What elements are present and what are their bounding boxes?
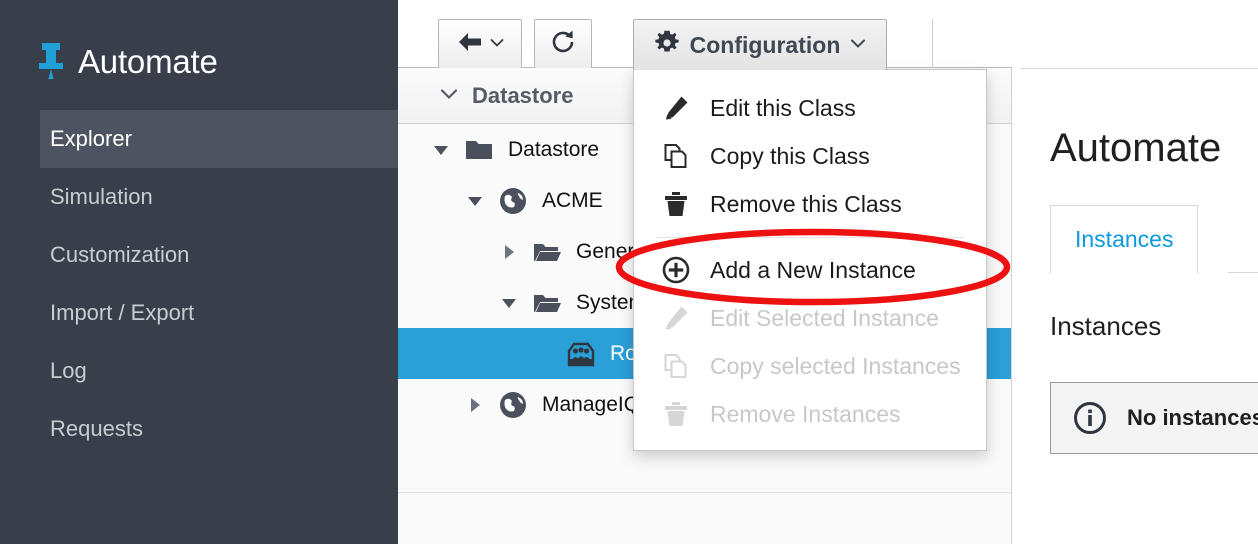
configuration-label: Configuration bbox=[690, 32, 841, 59]
menu-item-remove-instances: Remove Instances bbox=[634, 390, 986, 438]
sidebar-item-label: Explorer bbox=[50, 126, 132, 151]
configuration-button[interactable]: Configuration bbox=[633, 19, 887, 70]
menu-item-remove-this-class[interactable]: Remove this Class bbox=[634, 180, 986, 228]
menu-item-label: Remove this Class bbox=[710, 191, 902, 218]
no-instances-alert: No instances bbox=[1050, 382, 1258, 454]
page-title: Automate bbox=[1050, 128, 1221, 168]
tab-label: Instances bbox=[1075, 226, 1173, 253]
automate-explorer-screen: Automate Explorer Simulation Customizati… bbox=[0, 0, 1258, 544]
sidebar-nav-list: Explorer Simulation Customization Import… bbox=[0, 110, 398, 458]
chevron-down-icon bbox=[850, 36, 866, 54]
chevron-down-icon bbox=[490, 35, 504, 53]
sidebar-item-label: Simulation bbox=[50, 184, 153, 209]
menu-item-label: Edit this Class bbox=[710, 95, 856, 122]
trash-icon bbox=[662, 400, 690, 428]
reload-button[interactable] bbox=[534, 19, 592, 69]
tree-node-label: Datastore bbox=[508, 138, 599, 162]
sidebar-item-label: Customization bbox=[50, 242, 189, 267]
menu-item-edit-this-class[interactable]: Edit this Class bbox=[634, 84, 986, 132]
menu-item-copy-selected-instances: Copy selected Instances bbox=[634, 342, 986, 390]
toolbar: Configuration bbox=[398, 0, 1012, 68]
menu-item-label: Add a New Instance bbox=[710, 257, 916, 284]
caret-none-icon bbox=[532, 343, 554, 365]
detail-topbar bbox=[1020, 0, 1258, 69]
arrow-left-icon bbox=[457, 31, 483, 58]
tree-node-label: ACME bbox=[542, 189, 603, 213]
caret-expanded-icon[interactable] bbox=[430, 139, 452, 161]
caret-collapsed-icon[interactable] bbox=[464, 394, 486, 416]
sidebar-item-label: Requests bbox=[50, 416, 143, 441]
back-button[interactable] bbox=[438, 19, 522, 69]
sidebar-item-import-export[interactable]: Import / Export bbox=[0, 284, 398, 342]
gear-icon bbox=[654, 30, 680, 61]
sidebar-item-simulation[interactable]: Simulation bbox=[0, 168, 398, 226]
menu-item-label: Edit Selected Instance bbox=[710, 305, 939, 332]
sidebar-item-label: Log bbox=[50, 358, 87, 383]
left-navigation-sidebar: Automate Explorer Simulation Customizati… bbox=[0, 0, 398, 544]
no-instances-text: No instances bbox=[1127, 405, 1258, 431]
brand-title: Automate bbox=[78, 45, 218, 78]
configuration-dropdown-menu: Edit this Class Copy this Class bbox=[633, 69, 987, 451]
folder-open-icon bbox=[532, 237, 562, 267]
tree-pane-border bbox=[1011, 68, 1012, 544]
tab-instances[interactable]: Instances bbox=[1050, 205, 1198, 273]
plus-circle-icon bbox=[662, 256, 690, 284]
pin-icon bbox=[38, 41, 64, 81]
menu-item-add-a-new-instance[interactable]: Add a New Instance bbox=[634, 246, 986, 294]
menu-item-label: Remove Instances bbox=[710, 401, 900, 428]
sidebar-item-customization[interactable]: Customization bbox=[0, 226, 398, 284]
caret-expanded-icon[interactable] bbox=[464, 190, 486, 212]
domain-globe-icon bbox=[498, 186, 528, 216]
menu-divider bbox=[656, 237, 964, 238]
info-circle-icon bbox=[1073, 401, 1107, 435]
menu-item-label: Copy this Class bbox=[710, 143, 870, 170]
copy-icon bbox=[662, 142, 690, 170]
detail-pane: Automate Instances Instances No instance… bbox=[1020, 0, 1258, 544]
reload-icon bbox=[550, 29, 576, 60]
pencil-icon bbox=[662, 304, 690, 332]
sidebar-item-log[interactable]: Log bbox=[0, 342, 398, 400]
datastore-accordion-label: Datastore bbox=[472, 83, 573, 109]
sidebar-item-label: Import / Export bbox=[50, 300, 194, 325]
folder-closed-icon bbox=[464, 135, 494, 165]
tab-bar-underline bbox=[1228, 272, 1258, 273]
menu-item-label: Copy selected Instances bbox=[710, 353, 961, 380]
trash-icon bbox=[662, 190, 690, 218]
domain-globe-icon bbox=[498, 390, 528, 420]
class-people-icon bbox=[566, 339, 596, 369]
caret-collapsed-icon[interactable] bbox=[498, 241, 520, 263]
section-title: Instances bbox=[1050, 313, 1161, 339]
sidebar-item-requests[interactable]: Requests bbox=[0, 400, 398, 458]
sidebar-item-explorer[interactable]: Explorer bbox=[40, 110, 398, 168]
folder-open-icon bbox=[532, 288, 562, 318]
detail-tab-bar: Instances bbox=[1050, 205, 1198, 273]
pencil-icon bbox=[662, 94, 690, 122]
caret-expanded-icon[interactable] bbox=[498, 292, 520, 314]
menu-item-copy-this-class[interactable]: Copy this Class bbox=[634, 132, 986, 180]
menu-item-edit-selected-instance: Edit Selected Instance bbox=[634, 294, 986, 342]
copy-icon bbox=[662, 352, 690, 380]
toolbar-divider bbox=[932, 19, 933, 68]
brand: Automate bbox=[38, 38, 218, 84]
chevron-down-icon bbox=[440, 87, 458, 105]
tree-footer bbox=[398, 493, 1012, 544]
